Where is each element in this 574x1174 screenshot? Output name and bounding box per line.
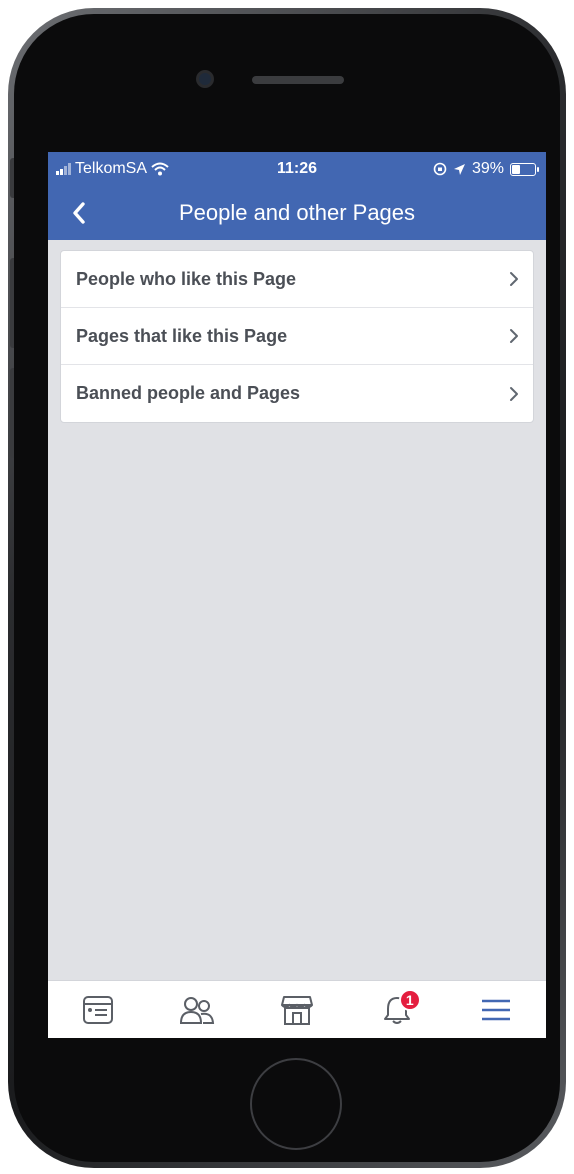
earpiece-speaker (252, 76, 344, 84)
menu-item-label: Pages that like this Page (76, 325, 288, 346)
tab-menu[interactable] (446, 981, 546, 1038)
status-right: 39% (433, 160, 539, 178)
chevron-right-icon (510, 329, 518, 343)
battery-percent: 39% (471, 160, 504, 177)
menu-item-people-who-like[interactable]: People who like this Page (61, 251, 533, 308)
marketplace-icon (280, 995, 313, 1025)
nav-bar: People and other Pages (48, 186, 546, 240)
menu-list: People who like this Page Pages that lik… (60, 250, 534, 423)
home-button[interactable] (250, 1058, 342, 1150)
tab-news-feed[interactable] (48, 981, 148, 1038)
location-arrow-icon (453, 163, 465, 175)
front-camera (196, 70, 214, 88)
chevron-right-icon (510, 272, 518, 286)
page-title: People and other Pages (178, 200, 416, 225)
menu-item-label: Banned people and Pages (76, 383, 301, 403)
menu-item-label: People who like this Page (76, 268, 297, 289)
status-bar: TelkomSA 11:26 39% (48, 152, 546, 186)
friends-icon (180, 996, 215, 1024)
notification-badge: 1 (398, 989, 421, 1011)
tab-friends[interactable] (148, 981, 248, 1038)
chevron-right-icon (510, 386, 518, 401)
tab-marketplace[interactable] (247, 981, 347, 1038)
menu-item-pages-that-like[interactable]: Pages that like this Page (61, 308, 533, 365)
tab-notifications[interactable]: 1 (347, 981, 447, 1038)
battery-fill (512, 164, 520, 174)
screen: TelkomSA 11:26 39% People and other Page… (48, 152, 546, 1038)
news-feed-icon (82, 995, 113, 1024)
menu-item-banned[interactable]: Banned people and Pages (61, 365, 533, 422)
battery-icon (510, 162, 539, 176)
tab-bar: 1 (48, 980, 546, 1038)
rotation-lock-icon (433, 162, 447, 176)
menu-icon (482, 999, 511, 1020)
